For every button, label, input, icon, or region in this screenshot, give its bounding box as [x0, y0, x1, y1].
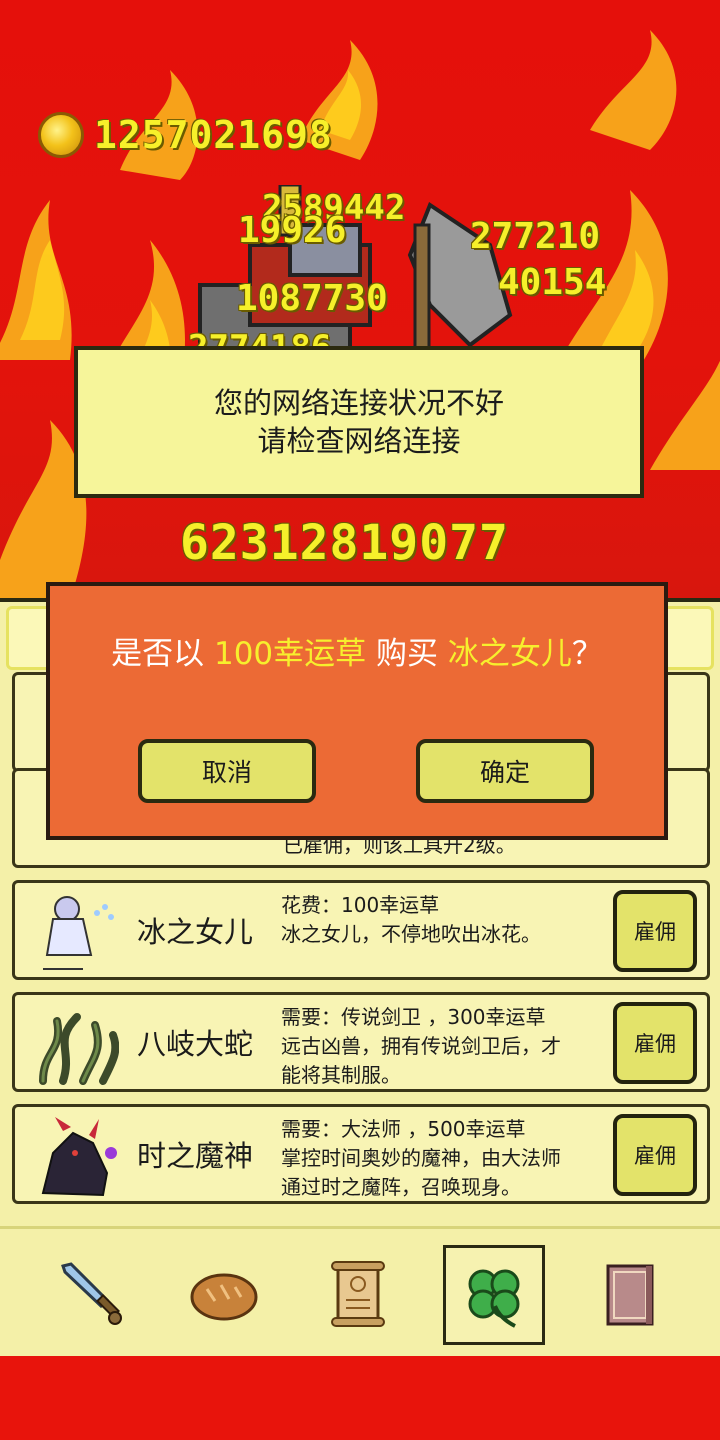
hero-row-ice-daughter: 冰之女儿 花费：100幸运草 冰之女儿，不停地吹出冰花。 雇佣: [12, 880, 710, 980]
damage-number: 1087730: [236, 278, 388, 319]
coin-counter: 1257021698: [38, 112, 333, 158]
question-middle: 购买: [376, 636, 439, 672]
hero-name: 八岐大蛇: [137, 1027, 254, 1061]
question-price: 100幸运草: [213, 636, 367, 672]
nav-tab-weapons[interactable]: [42, 1245, 142, 1345]
confirm-question: 是否以 100幸运草 购买 冰之女儿？: [50, 628, 664, 673]
hero-desc-line: 通过时之魔阵，召唤现身。: [281, 1175, 521, 1199]
hire-button[interactable]: 雇佣: [613, 890, 697, 972]
question-item: 冰之女儿: [447, 636, 572, 672]
hero-cost: 需要：传说剑卫 ，300幸运草: [281, 1005, 546, 1029]
nav-tab-quests[interactable]: [308, 1245, 408, 1345]
gold-coin-icon: [38, 112, 84, 158]
cancel-button[interactable]: 取消: [138, 739, 316, 803]
bottom-background: [0, 1356, 720, 1440]
orochi-portrait: [39, 1013, 119, 1085]
toast-line-2: 请检查网络连接: [257, 424, 461, 458]
hero-desc-line: 能将其制服。: [281, 1063, 401, 1087]
hero-cost: 花费：100幸运草: [281, 893, 440, 917]
hero-cost: 需要：大法师 ，500幸运草: [281, 1117, 526, 1141]
battle-scene[interactable]: 1257021698 2589442 19926 277210 40154 10…: [0, 0, 720, 600]
confirm-button[interactable]: 确定: [416, 739, 594, 803]
clover-icon: [468, 1269, 520, 1328]
network-toast: 您的网络连接状况不好 请检查网络连接: [74, 346, 644, 498]
hero-row-time-demon: 时之魔神 需要：大法师 ，500幸运草 掌控时间奥妙的魔神，由大法师 通过时之魔…: [12, 1104, 710, 1204]
sword-icon: [61, 1262, 122, 1325]
question-prefix: 是否以: [111, 636, 205, 672]
hero-desc-line: 冰之女儿，不停地吹出冰花。: [281, 922, 541, 946]
nav-tab-clover[interactable]: [443, 1245, 545, 1345]
bottom-nav: [0, 1226, 720, 1356]
nav-tab-food[interactable]: [174, 1245, 274, 1345]
hero-desc-line: 掌控时间奥妙的魔神，由大法师: [281, 1146, 561, 1170]
hero-row-orochi: 八岐大蛇 需要：传说剑卫 ，300幸运草 远古凶兽，拥有传说剑卫后，才 能将其制…: [12, 992, 710, 1092]
hero-name: 冰之女儿: [137, 915, 254, 949]
hero-description: 需要：大法师 ，500幸运草 掌控时间奥妙的魔神，由大法师 通过时之魔阵，召唤现…: [281, 1115, 611, 1202]
damage-number: 277210: [470, 216, 601, 257]
ice-daughter-portrait: [43, 896, 114, 970]
book-icon: [606, 1264, 654, 1326]
time-demon-portrait: [41, 1117, 117, 1197]
hero-desc-line: 远古凶兽，拥有传说剑卫后，才: [281, 1034, 561, 1058]
coin-amount: 1257021698: [94, 113, 333, 157]
hero-description: 花费：100幸运草 冰之女儿，不停地吹出冰花。: [281, 891, 611, 949]
total-damage: 62312819077: [180, 515, 509, 571]
hire-button[interactable]: 雇佣: [613, 1002, 697, 1084]
bread-icon: [190, 1273, 258, 1321]
hire-button[interactable]: 雇佣: [613, 1114, 697, 1196]
toast-line-1: 您的网络连接状况不好: [213, 386, 504, 420]
damage-number: 40154: [498, 262, 607, 303]
nav-tab-book[interactable]: [580, 1245, 680, 1345]
damage-number: 19926: [238, 210, 347, 251]
scroll-icon: [331, 1261, 385, 1327]
question-suffix: ？: [571, 636, 603, 672]
hero-description: 需要：传说剑卫 ，300幸运草 远古凶兽，拥有传说剑卫后，才 能将其制服。: [281, 1003, 611, 1090]
purchase-confirm-dialog: 是否以 100幸运草 购买 冰之女儿？ 取消 确定: [46, 582, 668, 840]
hero-name: 时之魔神: [137, 1139, 254, 1173]
